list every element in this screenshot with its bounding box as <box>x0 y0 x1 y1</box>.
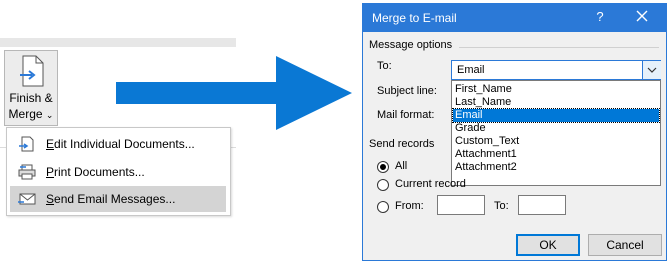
list-item[interactable]: Custom_Text <box>453 135 659 148</box>
envelope-icon <box>18 193 36 205</box>
dialog-titlebar: Merge to E-mail ? <box>363 4 666 32</box>
mail-format-label: Mail format: <box>377 109 435 121</box>
to-range-input[interactable] <box>518 195 566 215</box>
from-input[interactable] <box>437 195 485 215</box>
help-button[interactable]: ? <box>593 9 607 24</box>
ok-button[interactable]: OK <box>516 234 580 256</box>
radio-current-record-label: Current record <box>395 178 466 190</box>
radio-from[interactable] <box>377 201 389 213</box>
radio-selected-dot <box>380 164 386 170</box>
radio-all-label: All <box>395 160 408 172</box>
menu-item-label-text: dit Individual Documents... <box>54 137 195 151</box>
list-item[interactable]: First_Name <box>453 83 659 96</box>
menu-item-label: Print Documents... <box>46 165 145 179</box>
finish-merge-menu: Edit Individual Documents... Print Docum… <box>6 127 231 216</box>
ribbon-bar <box>0 38 236 47</box>
list-item[interactable]: Grade <box>453 122 659 135</box>
finish-merge-label-1: Finish & <box>9 91 53 105</box>
group-divider <box>459 47 659 48</box>
right-arrow-icon <box>116 56 352 130</box>
list-item[interactable]: Last_Name <box>453 96 659 109</box>
chevron-down-icon <box>647 67 657 73</box>
menu-item-edit-documents[interactable]: Edit Individual Documents... <box>10 131 226 157</box>
send-records-label: Send records <box>369 138 435 150</box>
finish-merge-label-2: Merge ⌄ <box>5 107 57 123</box>
menu-item-label: Edit Individual Documents... <box>46 137 195 151</box>
to-label: To: <box>377 60 392 72</box>
message-options-label: Message options <box>369 39 453 51</box>
to-range-label: To: <box>494 200 509 212</box>
dialog-title: Merge to E-mail <box>372 11 457 25</box>
printer-icon <box>18 164 36 180</box>
menu-item-label-text: end Email Messages... <box>54 192 176 206</box>
menu-item-send-email[interactable]: Send Email Messages... <box>10 186 226 212</box>
to-label-text: To: <box>377 60 392 72</box>
to-combobox-value: Email <box>457 64 485 76</box>
cancel-button[interactable]: Cancel <box>588 234 662 256</box>
finish-merge-button[interactable]: Finish & Merge ⌄ <box>4 50 58 126</box>
list-item-selected[interactable]: Email <box>452 108 660 123</box>
menu-item-mnemonic: S <box>46 192 55 206</box>
radio-all[interactable] <box>377 161 389 173</box>
dropdown-button[interactable] <box>642 61 661 79</box>
menu-item-label-text: rint Documents... <box>54 165 145 179</box>
radio-from-label: From: <box>395 200 424 212</box>
to-combobox[interactable]: Email <box>451 60 661 80</box>
menu-item-mnemonic: E <box>46 137 55 151</box>
edit-document-icon <box>19 136 34 152</box>
menu-item-label: Send Email Messages... <box>46 192 175 206</box>
menu-item-print-documents[interactable]: Print Documents... <box>10 159 226 185</box>
radio-current-record[interactable] <box>377 179 389 191</box>
close-icon[interactable] <box>634 8 650 24</box>
chevron-down-icon: ⌄ <box>45 110 54 120</box>
list-item[interactable]: Attachment2 <box>453 161 659 174</box>
finish-merge-label-2-text: Merge <box>8 107 43 121</box>
merge-to-email-dialog: Merge to E-mail ? Message options To: Su… <box>362 3 667 261</box>
list-item[interactable]: Attachment1 <box>453 148 659 161</box>
menu-item-mnemonic: P <box>46 165 55 179</box>
subject-line-label: Subject line: <box>377 85 437 97</box>
finish-merge-icon <box>20 55 44 87</box>
field-listbox[interactable]: First_Name Last_Name Email Grade Custom_… <box>451 80 661 186</box>
